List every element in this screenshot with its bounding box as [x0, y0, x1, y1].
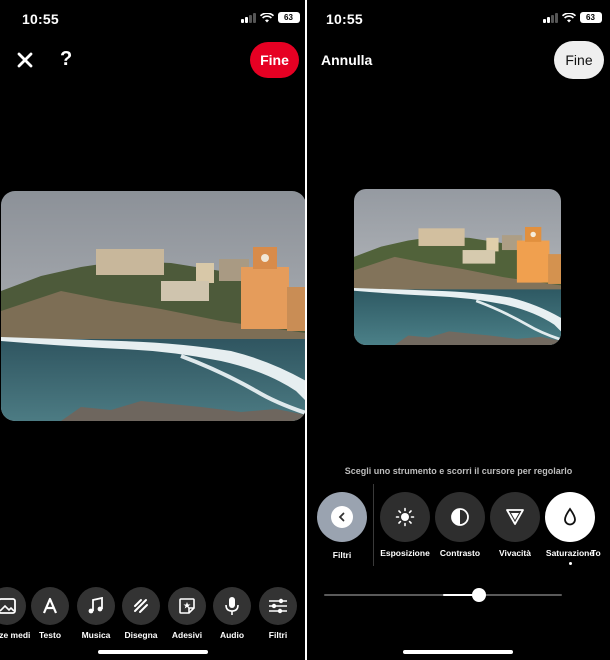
sliders-icon — [259, 587, 297, 625]
music-icon — [77, 587, 115, 625]
text-icon — [31, 587, 69, 625]
tool-label: To — [591, 548, 601, 558]
adjust-screen: 10:55 63 Annulla Fine Scegli uno strumen… — [307, 0, 610, 660]
filters-thumbnail — [317, 492, 367, 542]
chevron-left-icon — [331, 506, 353, 528]
status-time: 10:55 — [22, 11, 59, 27]
sun-icon — [380, 492, 430, 542]
story-editor-screen: 10:55 63 ? Fine ze medi Testo Musica Dis… — [0, 0, 305, 660]
done-button[interactable]: Fine — [250, 42, 299, 78]
drop-icon — [545, 492, 595, 542]
toolbar-label: Filtri — [268, 630, 288, 640]
home-indicator — [98, 650, 208, 654]
help-icon[interactable]: ? — [60, 48, 72, 71]
wifi-icon — [561, 12, 576, 22]
filters-back-button[interactable]: Filtri — [309, 492, 375, 560]
status-time: 10:55 — [326, 11, 363, 27]
status-icons: 63 — [241, 12, 300, 23]
adjust-slider[interactable] — [324, 587, 562, 603]
contrast-icon — [435, 492, 485, 542]
done-button[interactable]: Fine — [554, 41, 604, 79]
triangle-icon — [490, 492, 540, 542]
cellular-signal-icon — [241, 12, 256, 23]
draw-icon — [122, 587, 160, 625]
toolbar-item-filters[interactable]: Filtri — [248, 587, 305, 640]
close-icon[interactable] — [15, 50, 35, 70]
battery-indicator: 63 — [277, 12, 300, 23]
sticker-icon — [168, 587, 206, 625]
status-icons: 63 — [543, 12, 602, 23]
microphone-icon — [213, 587, 251, 625]
tool-partial[interactable]: To — [591, 492, 610, 558]
battery-indicator: 63 — [579, 12, 602, 23]
preview-photo — [354, 189, 561, 345]
filters-label: Filtri — [332, 550, 352, 560]
story-photo — [1, 191, 305, 421]
wifi-icon — [259, 12, 274, 22]
cellular-signal-icon — [543, 12, 558, 23]
cancel-button[interactable]: Annulla — [321, 52, 372, 68]
home-indicator — [403, 650, 513, 654]
slider-thumb[interactable] — [471, 588, 486, 602]
selected-indicator — [568, 562, 572, 565]
adjust-hint: Scegli uno strumento e scorri il cursore… — [344, 466, 573, 476]
